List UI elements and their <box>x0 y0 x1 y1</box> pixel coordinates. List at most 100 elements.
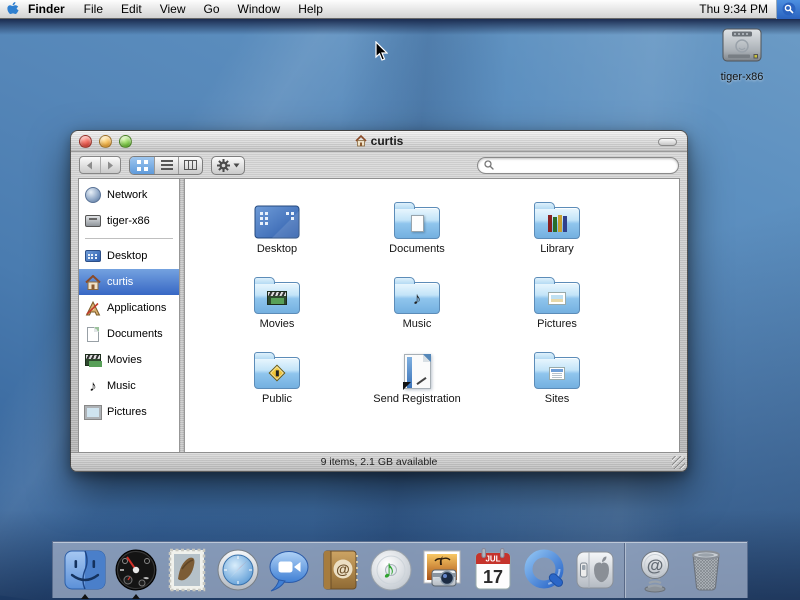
system-preferences-icon <box>572 547 618 593</box>
file-item-documents[interactable]: Documents <box>357 193 477 268</box>
spotlight-button[interactable] <box>776 0 800 19</box>
sidebar-item-label: Music <box>107 380 136 392</box>
file-item-library[interactable]: Library <box>497 193 617 268</box>
navigation-buttons <box>79 156 121 174</box>
file-item-pictures[interactable]: Pictures <box>497 268 617 343</box>
menu-help[interactable]: Help <box>289 0 332 19</box>
sidebar-item-label: tiger-x86 <box>107 215 150 227</box>
dock-item-mail[interactable] <box>161 543 212 598</box>
back-button[interactable] <box>80 157 101 173</box>
resize-grip[interactable] <box>672 456 685 469</box>
menu-go[interactable]: Go <box>195 0 229 19</box>
window-title-bar[interactable]: curtis <box>71 131 687 152</box>
sidebar-item-network[interactable]: Network <box>79 182 179 208</box>
status-bar: 9 items, 2.1 GB available <box>71 452 687 471</box>
icon-view-button[interactable] <box>130 157 154 174</box>
sidebar-item-music[interactable]: ♪ Music <box>79 373 179 399</box>
file-item-label: Pictures <box>537 318 577 330</box>
chevron-down-icon <box>233 163 240 168</box>
file-item-send-registration[interactable]: Send Registration <box>357 343 477 418</box>
dock-item-dashboard[interactable] <box>110 543 161 598</box>
send-registration-document-icon <box>404 354 431 389</box>
menu-file[interactable]: File <box>75 0 112 19</box>
sidebar-item-pictures[interactable]: Pictures <box>79 399 179 425</box>
sidebar-item-label: Pictures <box>107 406 147 418</box>
window-body: Network tiger-x86 Desktop <box>78 178 680 452</box>
home-icon <box>355 135 367 147</box>
sidebar-item-applications[interactable]: Applications <box>79 295 179 321</box>
dock-item-ichat[interactable] <box>263 543 314 598</box>
dock-item-system-preferences[interactable] <box>569 543 620 598</box>
trash-icon <box>683 547 729 593</box>
list-view-icon <box>161 160 173 170</box>
mouse-cursor <box>375 41 388 67</box>
zoom-button[interactable] <box>119 135 132 148</box>
svg-text:17: 17 <box>482 567 502 587</box>
sidebar-item-label: curtis <box>107 276 133 288</box>
applications-icon <box>84 299 102 317</box>
dock-item-safari[interactable] <box>212 543 263 598</box>
menu-edit[interactable]: Edit <box>112 0 151 19</box>
running-indicator <box>132 594 140 599</box>
forward-arrow-icon <box>106 161 115 170</box>
home-icon <box>84 273 102 291</box>
dock-item-quicktime[interactable] <box>518 543 569 598</box>
movies-icon <box>84 351 102 369</box>
desktop-icon <box>254 205 300 239</box>
file-item-movies[interactable]: Movies <box>217 268 337 343</box>
document-icon <box>84 325 102 343</box>
ical-icon: JUL 17 <box>470 547 516 593</box>
dock-item-trash[interactable] <box>680 543 731 598</box>
menu-view[interactable]: View <box>151 0 195 19</box>
menu-window[interactable]: Window <box>229 0 290 19</box>
dashboard-icon <box>113 547 159 593</box>
desktop-volume-tiger-x86[interactable]: tiger-x86 <box>706 26 778 83</box>
wallpaper-top-shade <box>0 19 800 35</box>
dock-item-website-link[interactable]: @ <box>629 543 680 598</box>
dock-item-address-book[interactable]: @ <box>314 543 365 598</box>
sidebar-divider <box>85 238 173 239</box>
search-field[interactable] <box>477 157 679 174</box>
file-item-label: Music <box>403 318 432 330</box>
menu-bar-clock[interactable]: Thu 9:34 PM <box>691 2 776 16</box>
dock-item-iphoto[interactable] <box>416 543 467 598</box>
column-view-button[interactable] <box>178 157 202 174</box>
file-item-music[interactable]: ♪ Music <box>357 268 477 343</box>
close-button[interactable] <box>79 135 92 148</box>
search-input[interactable] <box>498 159 672 172</box>
dock: @ ♪ <box>52 541 748 598</box>
sidebar-item-tiger-x86[interactable]: tiger-x86 <box>79 208 179 234</box>
sidebar-item-desktop[interactable]: Desktop <box>79 243 179 269</box>
file-item-label: Documents <box>389 243 445 255</box>
window-title: curtis <box>71 134 687 148</box>
menu-finder[interactable]: Finder <box>26 0 75 19</box>
sidebar-item-movies[interactable]: Movies <box>79 347 179 373</box>
apple-menu[interactable] <box>0 2 26 17</box>
sidebar-item-documents[interactable]: Documents <box>79 321 179 347</box>
window-title-text: curtis <box>371 134 404 148</box>
action-menu-button[interactable] <box>211 156 245 175</box>
spotlight-magnifier-icon <box>782 2 796 16</box>
file-item-sites[interactable]: Sites <box>497 343 617 418</box>
search-icon <box>484 160 494 170</box>
itunes-icon: ♪ <box>368 547 414 593</box>
ichat-icon <box>266 547 312 593</box>
forward-button[interactable] <box>101 157 121 173</box>
desktop-background[interactable]: Finder File Edit View Go Window Help Thu… <box>0 0 800 600</box>
dock-item-itunes[interactable]: ♪ <box>365 543 416 598</box>
sidebar-item-curtis[interactable]: curtis <box>79 269 179 295</box>
network-icon <box>84 186 102 204</box>
dock-item-finder[interactable] <box>59 543 110 598</box>
hard-drive-icon <box>84 212 102 230</box>
column-view-icon <box>184 160 197 170</box>
view-mode-control <box>129 156 203 175</box>
list-view-button[interactable] <box>154 157 178 174</box>
file-item-public[interactable]: Public <box>217 343 337 418</box>
file-item-desktop[interactable]: Desktop <box>217 193 337 268</box>
music-folder-icon: ♪ <box>394 282 440 314</box>
minimize-button[interactable] <box>99 135 112 148</box>
dock-item-ical[interactable]: JUL 17 <box>467 543 518 598</box>
toolbar-toggle-button[interactable] <box>658 138 677 146</box>
hard-drive-icon <box>717 26 767 64</box>
pictures-folder-icon <box>534 282 580 314</box>
